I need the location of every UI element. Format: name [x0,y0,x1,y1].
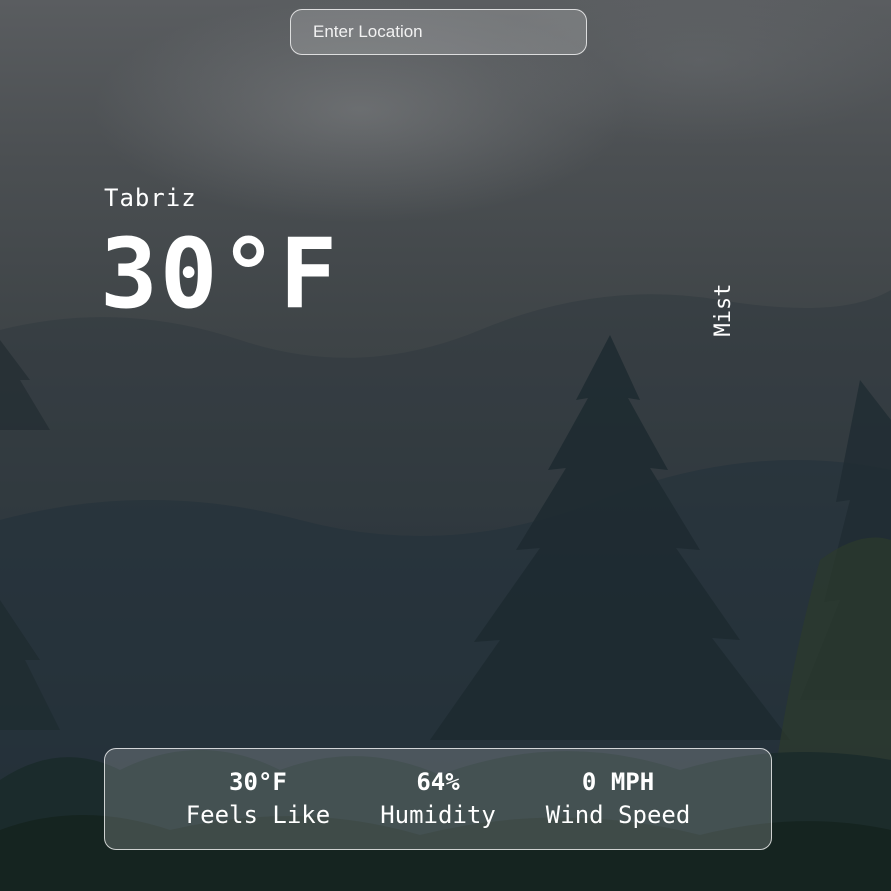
current-temperature: 30°F [100,218,340,330]
humidity-stat: 64% Humidity [380,766,496,832]
feels-like-label: Feels Like [185,801,331,829]
wind-speed-label: Wind Speed [545,801,691,829]
weather-stats-panel: 30°F Feels Like 64% Humidity 0 MPH Wind … [104,748,772,850]
wind-speed-stat: 0 MPH Wind Speed [546,766,691,832]
feels-like-value: 30°F [229,768,287,796]
humidity-label: Humidity [380,801,496,829]
city-name: Tabriz [104,184,197,212]
weather-condition: Mist [711,283,736,337]
feels-like-stat: 30°F Feels Like [186,766,331,832]
humidity-value: 64% [416,768,460,796]
wind-speed-value: 0 MPH [581,768,655,796]
location-search [290,9,587,55]
location-search-input[interactable] [290,9,587,55]
